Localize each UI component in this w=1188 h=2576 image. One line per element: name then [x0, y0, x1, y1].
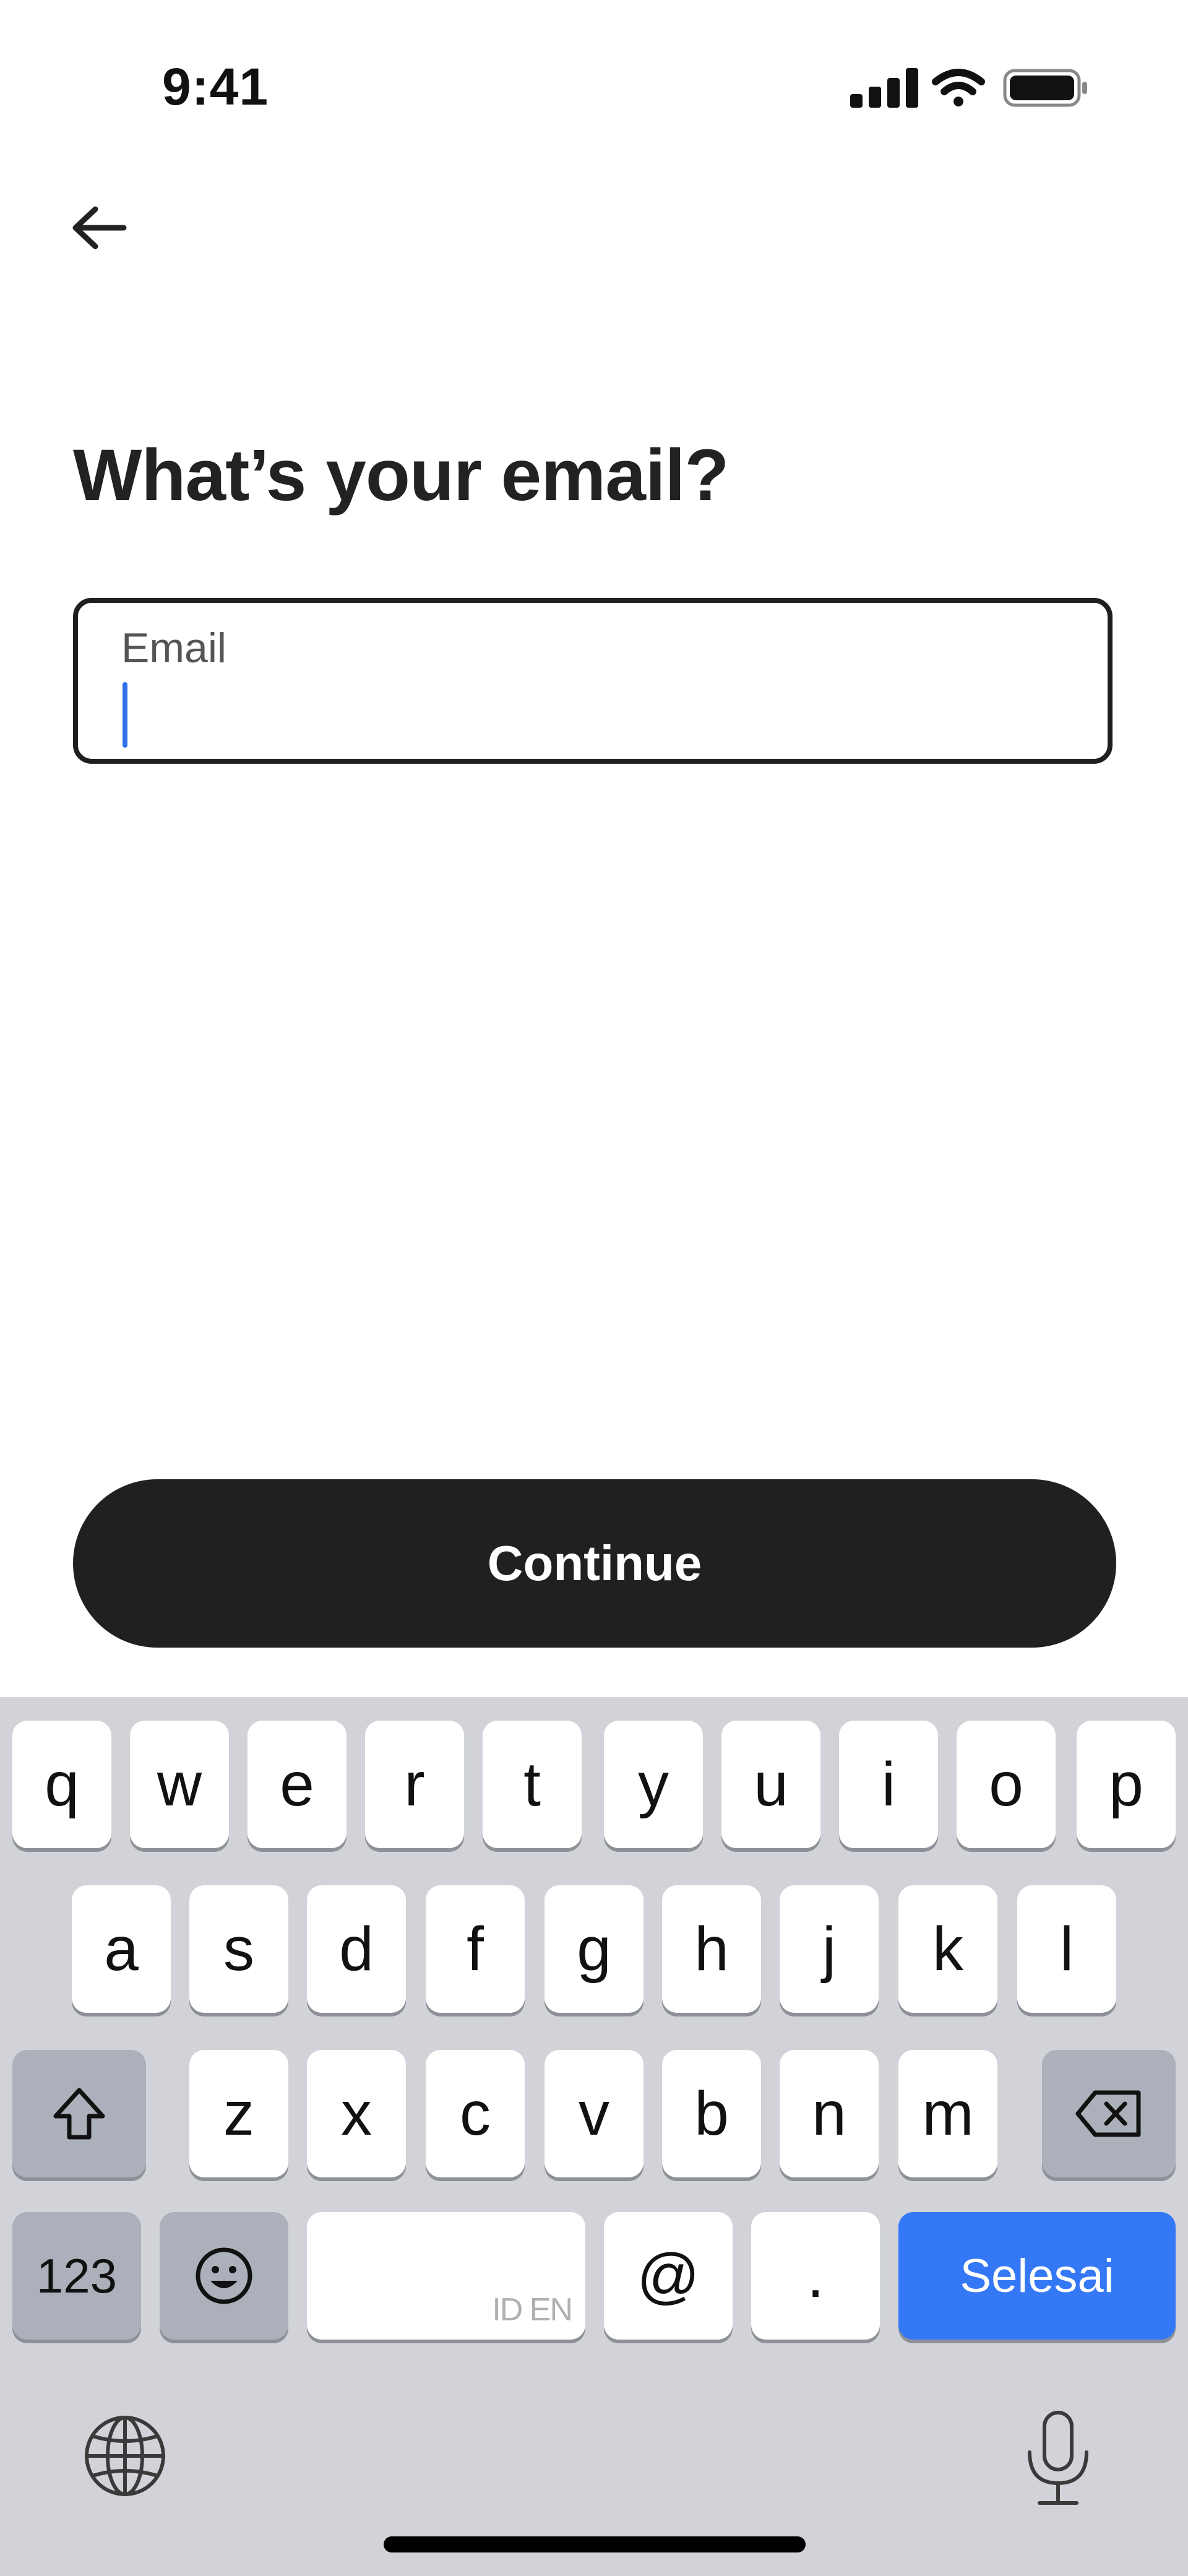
key-m[interactable]: m	[898, 2050, 997, 2177]
page-title: What’s your email?	[73, 434, 729, 516]
arrow-left-icon	[72, 206, 127, 249]
key-k[interactable]: k	[898, 1885, 997, 2013]
battery-icon	[1003, 69, 1087, 107]
text-caret	[123, 682, 127, 748]
microphone-button[interactable]	[1015, 2409, 1101, 2508]
at-key[interactable]: @	[604, 2212, 733, 2340]
globe-icon	[85, 2416, 165, 2496]
key-b[interactable]: b	[662, 2050, 761, 2177]
backspace-key[interactable]	[1042, 2050, 1176, 2177]
key-a[interactable]: a	[72, 1885, 171, 2013]
key-n[interactable]: n	[780, 2050, 879, 2177]
key-j[interactable]: j	[780, 1885, 879, 2013]
status-time: 9:41	[162, 58, 269, 116]
key-l[interactable]: l	[1017, 1885, 1116, 2013]
home-indicator	[384, 2536, 806, 2552]
email-field[interactable]: Email	[73, 598, 1113, 764]
keyboard: q w e r t y u i o p a s d f g h j k l z …	[0, 1697, 1188, 2576]
key-w[interactable]: w	[130, 1721, 229, 1848]
space-language-label: ID EN	[492, 2292, 573, 2328]
email-label: Email	[121, 625, 227, 672]
continue-button[interactable]: Continue	[73, 1479, 1116, 1648]
back-button[interactable]	[62, 197, 136, 259]
key-o[interactable]: o	[957, 1721, 1056, 1848]
key-h[interactable]: h	[662, 1885, 761, 2013]
emoji-icon	[196, 2247, 252, 2304]
key-v[interactable]: v	[544, 2050, 644, 2177]
globe-button[interactable]	[82, 2413, 174, 2505]
key-d[interactable]: d	[307, 1885, 406, 2013]
emoji-key[interactable]	[160, 2212, 288, 2340]
wifi-icon	[932, 69, 985, 106]
key-q[interactable]: q	[12, 1721, 111, 1848]
done-key[interactable]: Selesai	[898, 2212, 1176, 2340]
key-g[interactable]: g	[544, 1885, 644, 2013]
key-y[interactable]: y	[604, 1721, 703, 1848]
space-key[interactable]: ID EN	[307, 2212, 585, 2340]
key-i[interactable]: i	[839, 1721, 938, 1848]
email-input[interactable]	[140, 677, 1068, 745]
backspace-icon	[1075, 2090, 1141, 2137]
key-p[interactable]: p	[1077, 1721, 1176, 1848]
key-x[interactable]: x	[307, 2050, 406, 2177]
shift-key[interactable]	[12, 2050, 146, 2177]
key-u[interactable]: u	[721, 1721, 820, 1848]
key-f[interactable]: f	[426, 1885, 525, 2013]
key-r[interactable]: r	[365, 1721, 464, 1848]
key-z[interactable]: z	[189, 2050, 288, 2177]
status-icons	[850, 67, 1089, 108]
key-t[interactable]: t	[483, 1721, 582, 1848]
key-c[interactable]: c	[426, 2050, 525, 2177]
microphone-icon	[1028, 2411, 1088, 2505]
key-e[interactable]: e	[248, 1721, 346, 1848]
numbers-key[interactable]: 123	[12, 2212, 141, 2340]
cellular-signal-icon	[850, 68, 918, 108]
dot-key[interactable]: .	[751, 2212, 880, 2340]
key-s[interactable]: s	[189, 1885, 288, 2013]
shift-icon	[53, 2088, 105, 2140]
